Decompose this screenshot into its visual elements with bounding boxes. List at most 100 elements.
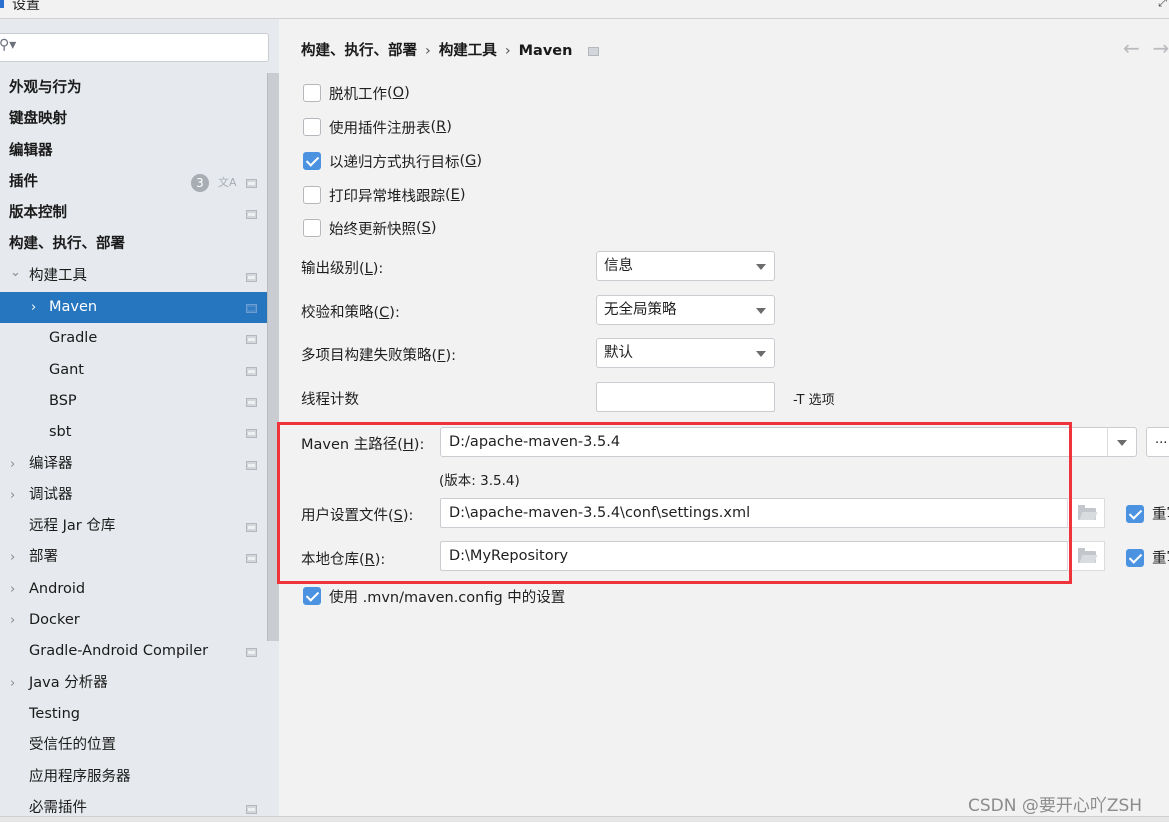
sidebar-item[interactable]: › 编译器 — [0, 449, 279, 480]
resize-icon[interactable]: ⤢ — [1158, 0, 1167, 10]
sidebar-item[interactable]: › 部署 — [0, 542, 279, 573]
checkbox-box[interactable] — [303, 118, 321, 136]
search-icon: ⚲▾ — [0, 37, 17, 53]
use-mvn-config-checkbox[interactable]: 使用 .mvn/maven.config 中的设置 — [303, 585, 565, 607]
sidebar-item-label: 外观与行为 — [9, 80, 82, 96]
dropdown-arrow-icon — [756, 308, 766, 314]
checkbox-box[interactable] — [303, 84, 321, 102]
sidebar-item-label: 编译器 — [29, 455, 73, 472]
sidebar-item[interactable]: Gradle — [0, 323, 279, 354]
project-level-icon — [246, 304, 257, 314]
sidebar-item[interactable]: › 调试器 — [0, 480, 279, 511]
maven-home-browse-button[interactable]: ... — [1146, 427, 1169, 457]
sidebar-item-label: 构建、执行、部署 — [9, 236, 125, 253]
user-settings-label: 用户设置文件(S): — [301, 508, 414, 524]
sidebar-item-label: Docker — [29, 612, 80, 629]
title-bar: 设置 ⤢ — [0, 0, 1169, 19]
chevron-down-icon[interactable]: ⌄ — [10, 257, 21, 288]
chevron-right-icon[interactable]: › — [10, 449, 15, 480]
sidebar-item[interactable]: 键盘映射 — [0, 104, 279, 135]
sidebar-item-label: 键盘映射 — [9, 111, 67, 128]
checkbox-box[interactable] — [303, 587, 321, 605]
sidebar-item-label: Maven — [49, 299, 98, 316]
breadcrumb-item-current: Maven — [518, 43, 573, 59]
sidebar-item[interactable]: ⌄ 构建工具 — [0, 261, 279, 292]
work-offline-checkbox[interactable]: 脱机工作(O) — [303, 82, 410, 104]
translate-icon: 文A — [218, 175, 237, 189]
thread-count-input[interactable] — [596, 382, 775, 412]
sidebar-item-label: BSP — [49, 392, 77, 409]
sidebar-item[interactable]: › Docker — [0, 605, 279, 636]
sidebar-item-label: 远程 Jar 仓库 — [29, 518, 116, 535]
always-update-snapshots-checkbox[interactable]: 始终更新快照(S) — [303, 217, 437, 239]
use-plugin-registry-checkbox[interactable]: 使用插件注册表(R) — [303, 116, 452, 138]
output-level-select[interactable]: 信息 — [596, 251, 775, 281]
maven-settings-panel: 构建、执行、部署 › 构建工具 › Maven ← → 脱机工作(O) 使用插件注册表(… — [277, 19, 1169, 816]
print-stacktrace-checkbox[interactable]: 打印异常堆栈跟踪(E) — [303, 184, 466, 206]
sidebar-item[interactable]: › Maven — [0, 292, 279, 324]
user-settings-override-checkbox[interactable]: 重写 — [1126, 503, 1169, 524]
sidebar-item[interactable]: Testing — [0, 699, 279, 730]
failure-policy-select[interactable]: 默认 — [596, 338, 775, 368]
sidebar-item[interactable]: 应用程序服务器 — [0, 762, 279, 793]
sidebar-scrollbar[interactable] — [267, 73, 279, 641]
user-settings-browse-button[interactable] — [1067, 498, 1105, 528]
maven-home-input[interactable]: D:/apache-maven-3.5.4 — [440, 427, 1108, 457]
sidebar-item[interactable]: 构建、执行、部署 — [0, 229, 279, 260]
checkbox-box[interactable] — [303, 186, 321, 204]
settings-search-input[interactable]: ⚲▾ — [0, 33, 269, 62]
local-repo-browse-button[interactable] — [1067, 541, 1105, 571]
sidebar-item[interactable]: › Java 分析器 — [0, 668, 279, 699]
project-level-icon — [246, 554, 257, 564]
chevron-right-icon[interactable]: › — [10, 668, 15, 699]
project-level-icon — [246, 335, 257, 345]
local-repo-input[interactable]: D:\MyRepository — [440, 541, 1068, 571]
sidebar-item[interactable]: 编辑器 — [0, 136, 279, 167]
sidebar-item-label: Testing — [29, 705, 80, 722]
failure-policy-label: 多项目构建失败策略(F): — [301, 348, 457, 364]
sidebar-item[interactable]: Gradle-Android Compiler — [0, 636, 279, 667]
sidebar-item[interactable]: 版本控制 — [0, 198, 279, 229]
breadcrumb: 构建、执行、部署 › 构建工具 › Maven — [301, 39, 600, 60]
checkbox-box[interactable] — [1126, 504, 1144, 523]
dropdown-arrow-icon — [1117, 440, 1127, 446]
dropdown-arrow-icon — [756, 264, 766, 270]
sidebar-item-label: 部署 — [29, 549, 58, 566]
checkbox-box[interactable] — [1126, 548, 1144, 567]
project-level-icon — [246, 366, 257, 376]
back-arrow-icon[interactable]: ← — [1123, 36, 1140, 60]
sidebar-item-label: 调试器 — [29, 486, 73, 503]
sidebar-item[interactable]: BSP — [0, 386, 279, 417]
forward-arrow-icon[interactable]: → — [1152, 36, 1169, 60]
checksum-policy-select[interactable]: 无全局策略 — [596, 295, 775, 325]
chevron-right-icon[interactable]: › — [10, 605, 15, 636]
sidebar-item-label: Gradle — [49, 330, 98, 347]
maven-home-dropdown[interactable] — [1107, 427, 1137, 457]
sidebar-item[interactable]: 受信任的位置 — [0, 730, 279, 761]
chevron-right-icon[interactable]: › — [31, 292, 36, 323]
sidebar-item[interactable]: Gant — [0, 355, 279, 386]
sidebar-item[interactable]: › Android — [0, 574, 279, 605]
local-repo-override-checkbox[interactable]: 重写 — [1126, 547, 1169, 568]
checkbox-box[interactable] — [303, 152, 321, 170]
chevron-right-icon[interactable]: › — [10, 574, 15, 605]
user-settings-input[interactable]: D:\apache-maven-3.5.4\conf\settings.xml — [440, 498, 1068, 528]
sidebar-item-label: Gant — [49, 361, 84, 378]
bottom-border — [0, 816, 1169, 822]
sidebar-item-label: 受信任的位置 — [29, 737, 116, 754]
maven-version-label: (版本: 3.5.4) — [439, 473, 520, 489]
sidebar-item-label: 构建工具 — [29, 267, 87, 284]
sidebar-item-label: Android — [29, 580, 86, 597]
sidebar-item-label: Java 分析器 — [29, 674, 108, 691]
dropdown-arrow-icon — [756, 351, 766, 357]
sidebar-item[interactable]: 外观与行为 — [0, 73, 279, 104]
checkbox-box[interactable] — [303, 219, 321, 237]
project-level-icon — [246, 804, 257, 814]
sidebar-item[interactable]: sbt — [0, 417, 279, 448]
project-level-icon — [246, 397, 257, 407]
recursive-goals-checkbox[interactable]: 以递归方式执行目标(G) — [303, 150, 482, 172]
chevron-right-icon[interactable]: › — [10, 480, 15, 511]
chevron-right-icon[interactable]: › — [10, 542, 15, 573]
sidebar-item[interactable]: 插件 3 文A — [0, 167, 279, 198]
sidebar-item[interactable]: 远程 Jar 仓库 — [0, 511, 279, 542]
